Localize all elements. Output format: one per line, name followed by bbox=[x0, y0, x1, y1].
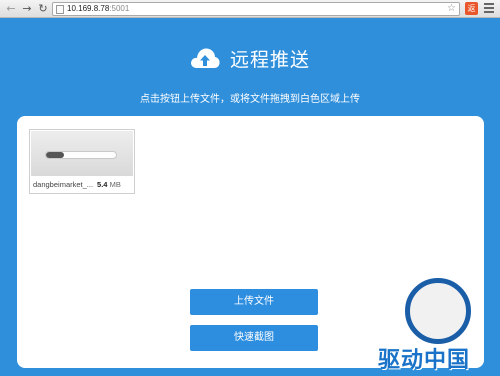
file-size: 5.4 bbox=[97, 180, 108, 189]
file-thumbnail bbox=[31, 131, 133, 176]
upload-progress-fill bbox=[46, 152, 64, 158]
file-size-unit: MB bbox=[109, 180, 121, 189]
star-icon[interactable]: ☆ bbox=[447, 3, 456, 15]
watermark-logo bbox=[405, 278, 471, 344]
upload-file-button[interactable]: 上传文件 bbox=[190, 289, 318, 315]
watermark-text: 驱动中国 bbox=[378, 348, 471, 373]
file-item[interactable]: dangbeimarket_... 5.4 MB bbox=[29, 129, 135, 194]
page-subtitle: 点击按钮上传文件，或将文件拖拽到白色区域上传 bbox=[140, 94, 360, 105]
url-host: 10.169.8.78 bbox=[67, 4, 110, 13]
screenshot-button[interactable]: 快速截图 bbox=[190, 325, 318, 351]
menu-icon[interactable] bbox=[484, 3, 494, 14]
url-port: :5001 bbox=[109, 4, 130, 13]
file-info: dangbeimarket_... 5.4 MB bbox=[33, 180, 121, 189]
browser-toolbar: ← → ↻ 10.169.8.78:5001 ☆ 返 bbox=[0, 0, 500, 18]
page-title: 远程推送 bbox=[229, 48, 310, 71]
arrow-left-icon[interactable]: ← bbox=[4, 1, 18, 16]
reload-icon[interactable]: ↻ bbox=[36, 1, 50, 16]
arrow-right-icon[interactable]: → bbox=[20, 1, 34, 16]
cloud-upload-icon bbox=[190, 48, 220, 68]
header: 远程推送 bbox=[0, 42, 500, 74]
file-name: dangbeimarket_... bbox=[33, 180, 94, 189]
page-icon bbox=[56, 5, 64, 14]
extension-icon[interactable]: 返 bbox=[465, 2, 478, 15]
address-bar[interactable]: 10.169.8.78:5001 ☆ bbox=[52, 2, 460, 16]
upload-progress-bar bbox=[45, 151, 117, 159]
